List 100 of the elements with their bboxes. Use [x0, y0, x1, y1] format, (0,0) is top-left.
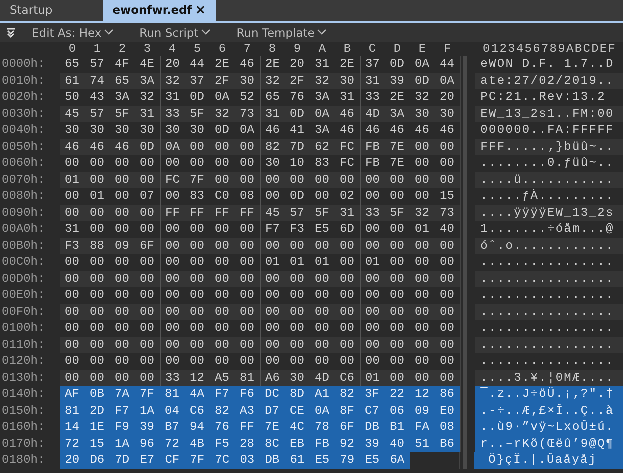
hex-byte: 5F — [389, 204, 406, 221]
hex-byte: 00 — [260, 304, 285, 320]
hex-byte: 0A — [160, 138, 185, 155]
hex-byte: 00 — [160, 304, 185, 320]
toolbar-menu[interactable]: Edit As: Hex — [32, 26, 114, 40]
hex-byte: 00 — [239, 304, 256, 320]
hex-byte: 14 — [60, 419, 85, 436]
hex-byte: C6 — [184, 402, 210, 419]
hex-byte: 74 — [89, 72, 106, 89]
hex-byte: 46 — [339, 106, 356, 122]
hex-byte: 00 — [139, 353, 156, 370]
address-label: 00B0h: — [1, 238, 46, 253]
ascii-text: ........0.ƒüû~.. — [480, 155, 616, 172]
hex-byte: 82 — [334, 386, 360, 402]
hex-byte: F9 — [110, 419, 135, 436]
ascii-text: ................ — [474, 304, 623, 320]
hex-byte: 00 — [64, 155, 80, 172]
hex-byte: 01 — [414, 221, 430, 238]
hex-byte: 31 — [339, 204, 356, 221]
hex-byte: 00 — [214, 287, 230, 304]
hex-byte: 00 — [189, 336, 206, 353]
hex-byte: D6 — [84, 452, 110, 468]
hex-byte: CF — [160, 452, 185, 468]
hex-byte: 00 — [289, 270, 306, 287]
hex-byte: 00 — [214, 336, 230, 353]
hex-byte: AF — [60, 386, 85, 402]
hex-byte: 20 — [60, 452, 85, 468]
hex-byte: 78 — [310, 419, 335, 436]
hex-byte: A5 — [214, 370, 230, 386]
hex-byte: 57 — [289, 204, 306, 221]
hex-byte: 65 — [114, 72, 130, 89]
hex-byte: 0D — [214, 122, 230, 138]
hex-byte: 04 — [160, 402, 185, 419]
hex-byte: 00 — [389, 370, 406, 386]
hex-byte: 39 — [360, 436, 385, 452]
hex-byte: 00 — [89, 353, 106, 370]
hex-byte: 00 — [239, 336, 256, 353]
hex-byte: 37 — [189, 72, 206, 89]
hex-byte: 2E — [339, 56, 356, 72]
hex-byte: 39 — [389, 72, 406, 89]
hex-byte: 61 — [64, 72, 80, 89]
hex-byte: 72 — [160, 436, 185, 452]
toolbar-menu[interactable]: Run Script — [140, 26, 211, 40]
hex-byte: 0A — [414, 56, 430, 72]
hex-byte: 00 — [439, 138, 456, 155]
hex-byte: 00 — [389, 304, 406, 320]
hex-byte: 00 — [139, 204, 156, 221]
hex-byte: E5 — [314, 221, 330, 238]
toolbar-menu[interactable]: Run Template — [236, 26, 327, 40]
hex-byte: FF — [239, 204, 256, 221]
hex-byte: 00 — [314, 320, 330, 336]
hex-byte: 79 — [334, 452, 360, 468]
hex-byte: 00 — [260, 336, 285, 353]
address-label: 00E0h: — [1, 288, 46, 302]
hex-byte: 00 — [214, 155, 230, 172]
hex-byte: 00 — [189, 238, 206, 254]
hex-byte: 00 — [239, 155, 256, 172]
hex-byte: 00 — [439, 353, 456, 370]
hex-byte: 32 — [139, 89, 156, 106]
hex-byte: 00 — [89, 155, 106, 172]
hex-byte: 0D — [389, 56, 406, 72]
hex-byte: 00 — [414, 304, 430, 320]
hex-byte: FA — [410, 419, 435, 436]
hex-byte: 00 — [139, 221, 156, 238]
hex-byte: 00 — [360, 304, 385, 320]
hex-byte: 32 — [214, 106, 230, 122]
hex-byte: 00 — [114, 188, 130, 204]
hex-byte: 28 — [234, 436, 260, 452]
hex-byte: FF — [234, 419, 260, 436]
hex-byte: B1 — [384, 419, 410, 436]
hex-byte: 7E — [389, 155, 406, 172]
hex-byte: 40 — [384, 436, 410, 452]
double-chevron-icon[interactable] — [6, 28, 16, 38]
hex-byte: 30 — [239, 72, 256, 89]
hex-byte: 00 — [414, 155, 430, 172]
hex-byte: 00 — [139, 370, 156, 386]
file-tab[interactable]: ewonfwr.edf × — [102, 0, 216, 21]
hex-byte: 00 — [414, 172, 430, 188]
address-label: 0170h: — [1, 436, 46, 451]
address-label: 0080h: — [1, 189, 46, 204]
hex-byte: 31 — [260, 106, 285, 122]
hex-byte: 44 — [189, 56, 206, 72]
address-label: 00F0h: — [1, 304, 46, 319]
hex-byte: 08 — [239, 188, 256, 204]
hex-byte: B6 — [434, 436, 460, 452]
ascii-text: eWON D.F. 1.7..D — [480, 56, 616, 72]
hex-byte: 5F — [189, 106, 206, 122]
hex-byte: 31 — [339, 89, 356, 106]
hex-byte: 44 — [439, 56, 456, 72]
hex-byte: 86 — [434, 386, 460, 402]
close-icon[interactable]: × — [195, 0, 206, 21]
hex-byte: 00 — [360, 270, 385, 287]
file-tab[interactable]: Startup — [0, 0, 63, 21]
hex-byte: 0D — [189, 89, 206, 106]
column-header: B — [342, 42, 352, 56]
hex-byte: 00 — [214, 304, 230, 320]
hex-byte: 39 — [134, 419, 160, 436]
hex-byte: 00 — [339, 172, 356, 188]
ascii-text: ....3.¥.¦0MÆ.... — [474, 370, 623, 386]
hex-byte: 83 — [314, 155, 330, 172]
